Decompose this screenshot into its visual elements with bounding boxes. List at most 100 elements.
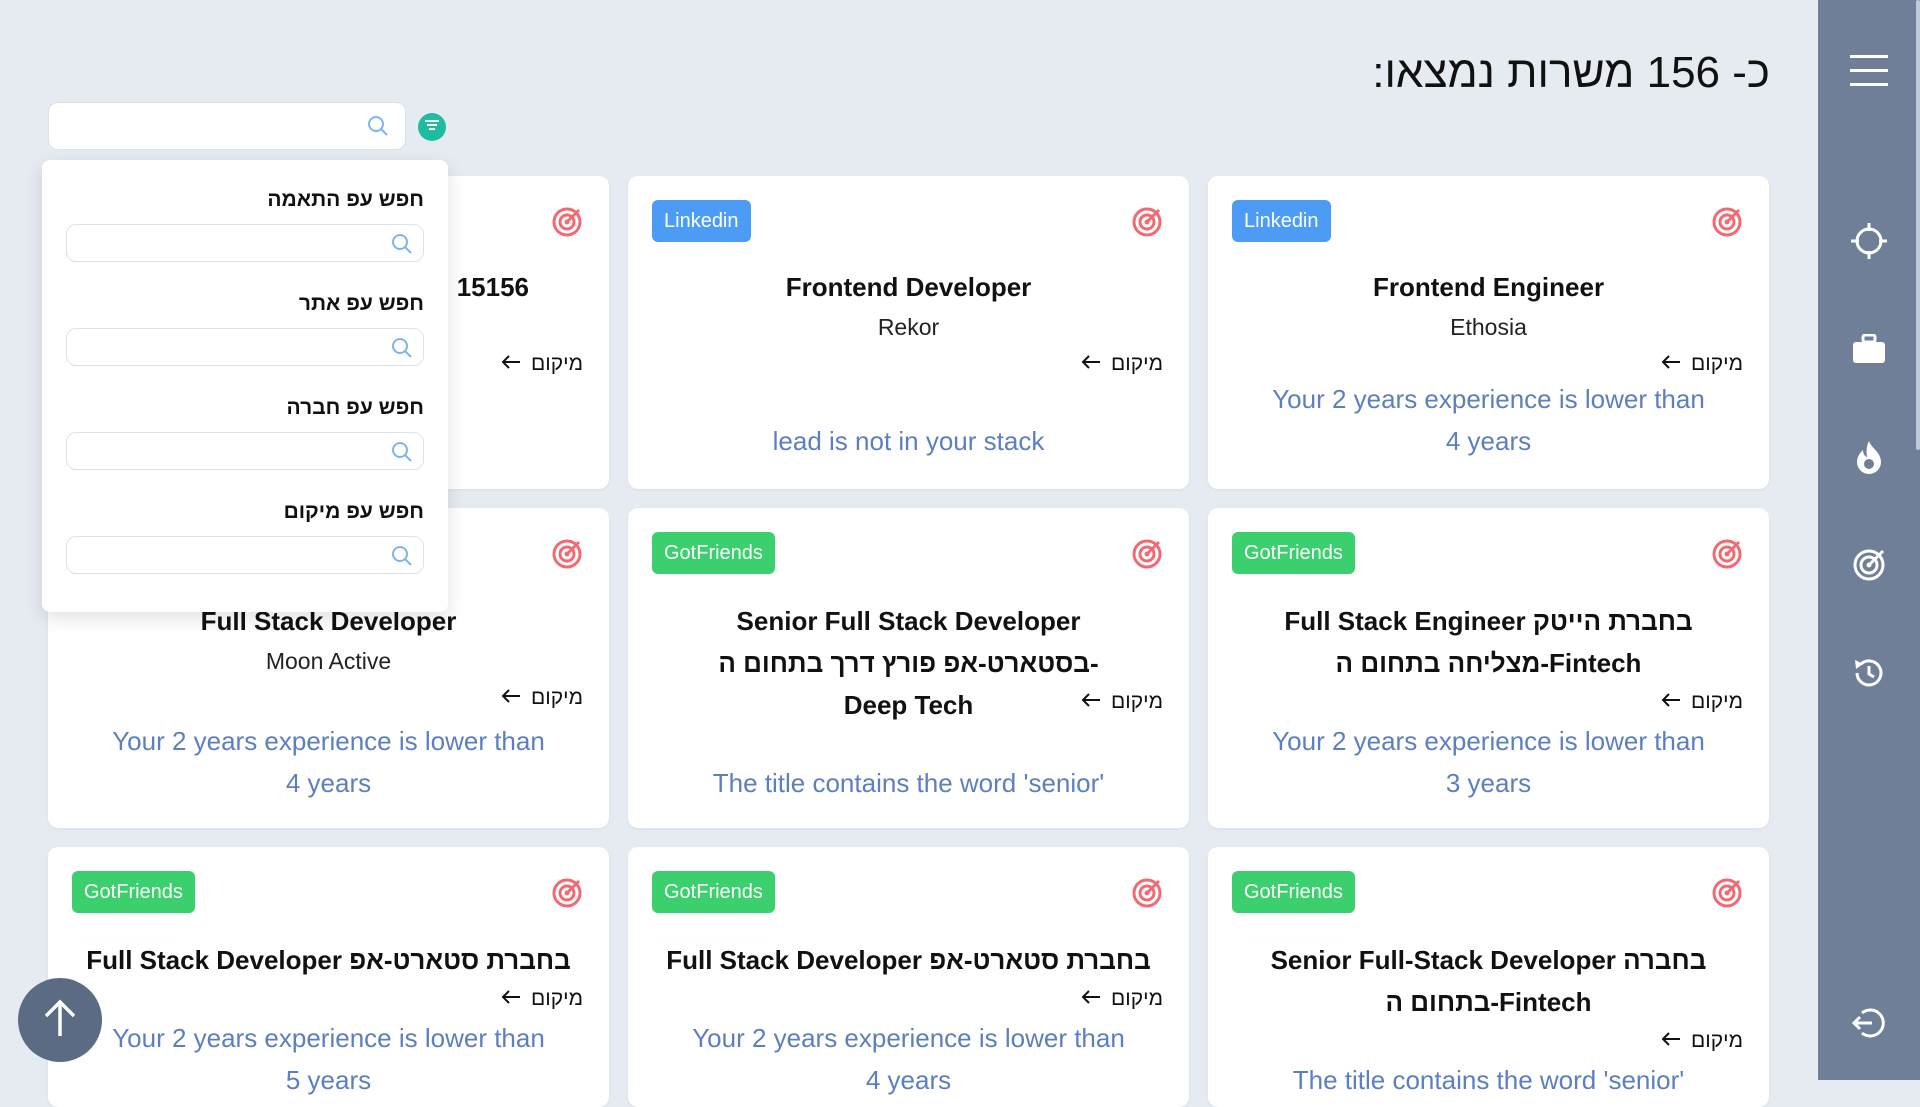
job-title: Full Stack Developer בחברת סטארט-אפ	[666, 945, 1151, 975]
location-label: מיקום	[531, 352, 583, 375]
sidebar	[1818, 0, 1920, 1080]
search-icon[interactable]	[391, 233, 413, 260]
mismatch-reason: lead is not in your stack	[772, 426, 1045, 456]
source-badge: GotFriends	[652, 871, 775, 913]
job-card[interactable]: Linkedin Frontend Developer Rekor מיקום …	[628, 176, 1189, 489]
mismatch-reason: The title contains the word 'senior'	[1292, 1065, 1685, 1095]
mismatch-reason: Your 2 years experience is lower than 4 …	[112, 726, 545, 798]
filter-field-match	[66, 224, 424, 262]
arrow-up-icon	[42, 998, 78, 1043]
arrow-left-icon	[1081, 352, 1101, 376]
arrow-left-icon	[501, 987, 521, 1011]
location-label: מיקום	[1691, 690, 1743, 713]
location-link[interactable]: מיקום	[501, 352, 583, 376]
search-icon[interactable]	[367, 115, 389, 142]
filter-label-match: חפש עפ התאמה	[267, 188, 424, 211]
source-badge: GotFriends	[1232, 532, 1355, 574]
search-input[interactable]	[59, 111, 353, 143]
filter-location-input[interactable]	[77, 543, 371, 569]
location-link[interactable]: מיקום	[1081, 690, 1163, 714]
fire-icon[interactable]	[1847, 435, 1891, 479]
arrow-left-icon	[1661, 1029, 1681, 1053]
job-card[interactable]: GotFriends Full Stack Engineer בחברת היי…	[1208, 508, 1769, 828]
job-title: Full Stack Developer בחברת סטארט-אפ	[86, 945, 571, 975]
location-label: מיקום	[531, 686, 583, 709]
company-name: Rekor	[877, 314, 940, 340]
target-icon[interactable]	[1131, 877, 1163, 914]
mismatch-reason: Your 2 years experience is lower than 5 …	[112, 1023, 545, 1095]
filter-field-company	[66, 432, 424, 470]
source-badge: GotFriends	[1232, 871, 1355, 913]
filter-button[interactable]	[418, 113, 446, 141]
job-title: Full Stack Engineer בחברת הייטק מצליחה ב…	[1284, 606, 1693, 678]
job-card[interactable]: GotFriends Senior Full Stack Developer ב…	[628, 508, 1189, 828]
job-card[interactable]: GotFriends Full Stack Developer בחברת סט…	[628, 847, 1189, 1107]
arrow-left-icon	[1081, 987, 1101, 1011]
filter-label-site: חפש עפ אתר	[298, 292, 424, 315]
location-link[interactable]: מיקום	[501, 686, 583, 710]
location-link[interactable]: מיקום	[1081, 987, 1163, 1011]
location-link[interactable]: מיקום	[1661, 352, 1743, 376]
source-badge: GotFriends	[72, 871, 195, 913]
target-icon[interactable]	[1711, 206, 1743, 243]
filter-label-location: חפש עפ מיקום	[283, 500, 424, 523]
scroll-to-top-button[interactable]	[18, 978, 102, 1062]
arrow-left-icon	[1661, 690, 1681, 714]
search-icon[interactable]	[391, 337, 413, 364]
target-icon[interactable]	[1131, 206, 1163, 243]
location-label: מיקום	[1111, 352, 1163, 375]
crosshair-icon[interactable]	[1847, 219, 1891, 263]
search-box	[48, 102, 406, 150]
briefcase-icon[interactable]	[1847, 327, 1891, 371]
sidebar-scrollbar[interactable]	[1916, 0, 1920, 450]
menu-icon[interactable]	[1847, 48, 1891, 92]
job-card[interactable]: GotFriends Senior Full-Stack Developer ב…	[1208, 847, 1769, 1107]
mismatch-reason: Your 2 years experience is lower than 3 …	[1272, 726, 1705, 798]
filter-site-input[interactable]	[77, 335, 371, 361]
source-badge: Linkedin	[1232, 200, 1331, 242]
location-link[interactable]: מיקום	[1081, 352, 1163, 376]
filter-company-input[interactable]	[77, 439, 371, 465]
filter-field-location	[66, 536, 424, 574]
arrow-left-icon	[1081, 690, 1101, 714]
target-icon[interactable]	[551, 877, 583, 914]
search-icon[interactable]	[391, 545, 413, 572]
filter-match-input[interactable]	[77, 231, 371, 257]
page-title: כ- 156 משרות נמצאו:	[1372, 48, 1770, 97]
location-link[interactable]: מיקום	[501, 987, 583, 1011]
arrow-left-icon	[501, 686, 521, 710]
job-card[interactable]: Linkedin Frontend Engineer Ethosia מיקום…	[1208, 176, 1769, 489]
location-label: מיקום	[1111, 987, 1163, 1010]
logout-icon[interactable]	[1847, 1001, 1891, 1045]
location-link[interactable]: מיקום	[1661, 690, 1743, 714]
target-icon[interactable]	[1711, 538, 1743, 575]
target-icon[interactable]	[1711, 877, 1743, 914]
company-name: Moon Active	[265, 648, 392, 674]
mismatch-reason: The title contains the word 'senior'	[712, 768, 1105, 798]
location-link[interactable]: מיקום	[1661, 1029, 1743, 1053]
history-icon[interactable]	[1847, 651, 1891, 695]
filter-label-company: חפש עפ חברה	[286, 396, 424, 419]
filter-icon	[424, 118, 440, 137]
search-icon[interactable]	[391, 441, 413, 468]
job-title: Frontend Developer	[785, 272, 1032, 302]
location-label: מיקום	[1691, 1029, 1743, 1052]
arrow-left-icon	[501, 352, 521, 376]
target-icon[interactable]	[1847, 543, 1891, 587]
source-badge: Linkedin	[652, 200, 751, 242]
target-icon[interactable]	[551, 538, 583, 575]
job-title: Frontend Engineer	[1372, 272, 1605, 302]
target-icon[interactable]	[1131, 538, 1163, 575]
location-label: מיקום	[1691, 352, 1743, 375]
arrow-left-icon	[1661, 352, 1681, 376]
filter-field-site	[66, 328, 424, 366]
company-name: Ethosia	[1450, 314, 1527, 340]
filter-panel: חפש עפ התאמה חפש עפ אתר חפש עפ חברה חפש …	[42, 160, 448, 612]
source-badge: GotFriends	[652, 532, 775, 574]
job-title: Senior Full-Stack Developer בחברה בתחום …	[1270, 945, 1707, 1017]
mismatch-reason: Your 2 years experience is lower than 4 …	[692, 1023, 1125, 1095]
mismatch-reason: Your 2 years experience is lower than 4 …	[1272, 384, 1705, 456]
location-label: מיקום	[1111, 690, 1163, 713]
job-card[interactable]: GotFriends Full Stack Developer בחברת סט…	[48, 847, 609, 1107]
target-icon[interactable]	[551, 206, 583, 243]
